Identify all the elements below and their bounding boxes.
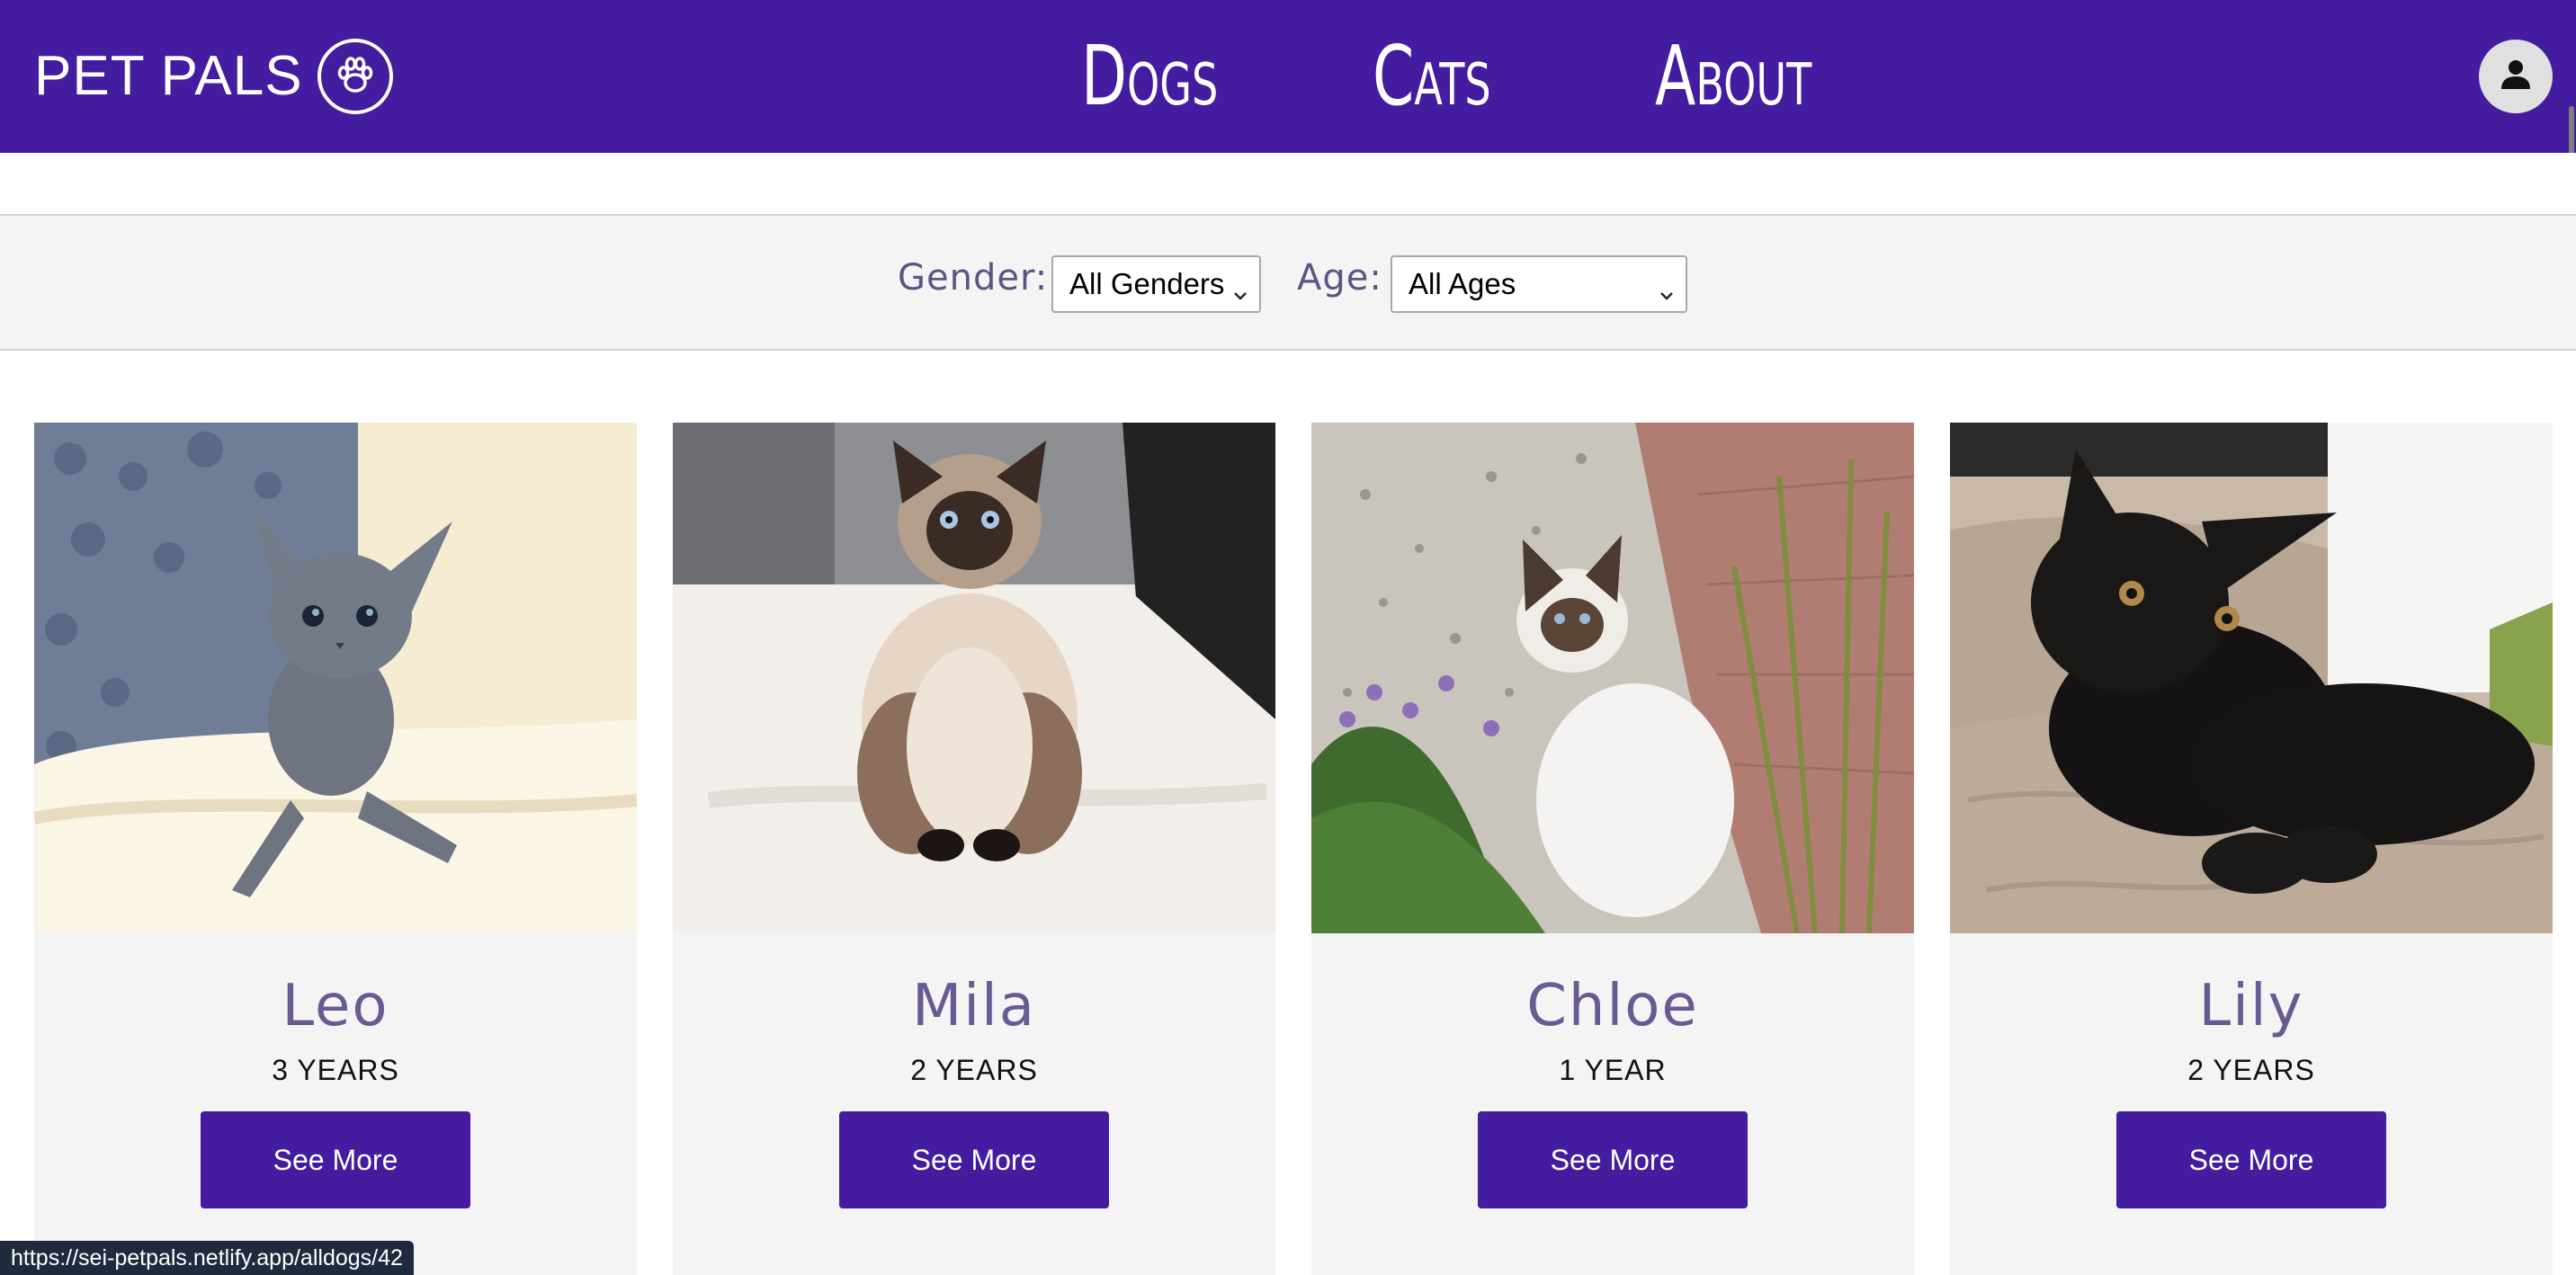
age-label: Age: [1297,257,1382,299]
pet-card: Mila 2 YEARS See More [673,423,1275,1275]
age-select-value: All Ages [1409,267,1516,300]
gender-select-value: All Genders [1069,267,1225,300]
page: PET PALS Dogs Cats About Gender: All Gen… [0,0,2576,1275]
age-select[interactable]: All Ages [1391,255,1687,313]
top-navbar: PET PALS Dogs Cats About [0,0,2576,153]
pet-card: Lily 2 YEARS See More [1950,423,2553,1275]
pet-card: Leo 3 YEARS See More [34,423,637,1275]
spacer-band [0,153,2576,216]
pet-name: Lily [2198,973,2304,1039]
see-more-button[interactable]: See More [839,1111,1109,1208]
pet-photo-himalayan-cat[interactable] [673,423,1275,933]
see-more-button[interactable]: See More [201,1111,470,1208]
nav-link-dogs[interactable]: Dogs [1081,31,1218,121]
filter-bar: Gender: All Genders Age: All Ages [0,214,2576,351]
pet-age: 2 YEARS [2187,1054,2315,1086]
pet-age: 2 YEARS [910,1054,1038,1086]
user-account-button[interactable] [2479,40,2553,113]
pet-photo-birman-cat[interactable] [1311,423,1914,933]
user-icon [2496,55,2536,99]
chevron-down-icon [1659,277,1675,311]
pet-name: Leo [282,973,389,1039]
paw-icon[interactable] [317,39,393,114]
gender-label: Gender: [898,257,1049,299]
gender-select[interactable]: All Genders [1051,255,1261,313]
brand-logo[interactable]: PET PALS [34,34,393,119]
pet-photo-grey-kitten[interactable] [34,423,637,933]
nav-link-cats[interactable]: Cats [1373,31,1491,121]
pet-card: Chloe 1 YEAR See More [1311,423,1914,1275]
pet-age: 1 YEAR [1559,1054,1667,1086]
pet-age: 3 YEARS [272,1054,399,1086]
brand-name[interactable]: PET PALS [34,49,303,104]
pet-name: Mila [912,973,1036,1039]
see-more-button[interactable]: See More [1478,1111,1748,1208]
status-bar-url: https://sei-petpals.netlify.app/alldogs/… [0,1241,414,1275]
see-more-button[interactable]: See More [2116,1111,2386,1208]
pet-photo-black-kitten[interactable] [1950,423,2553,933]
nav-link-about[interactable]: About [1655,31,1811,121]
chevron-down-icon [1232,277,1248,311]
pet-name: Chloe [1526,973,1699,1039]
